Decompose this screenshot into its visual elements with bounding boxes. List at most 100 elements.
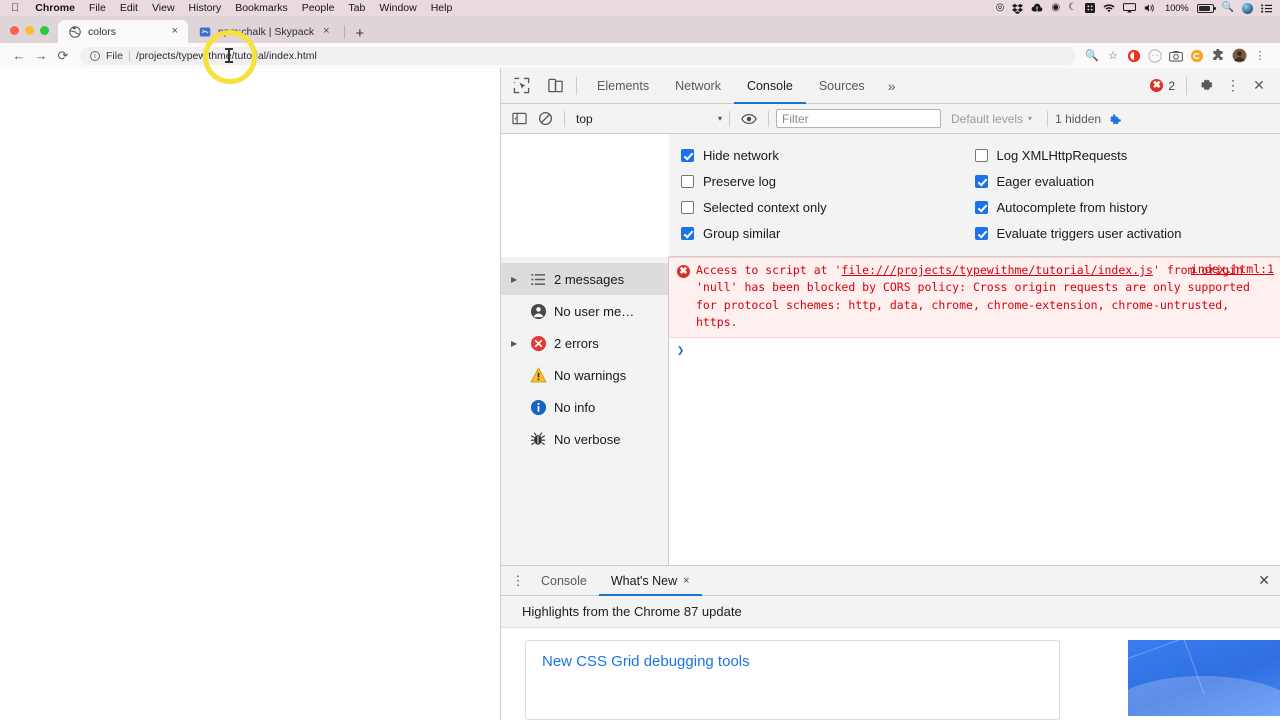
extension-gray-icon[interactable]: [1145, 46, 1165, 66]
tab-sources[interactable]: Sources: [806, 68, 878, 104]
log-levels-select[interactable]: Default levels ▾: [943, 112, 1040, 126]
account-avatar-icon[interactable]: [1242, 2, 1253, 14]
checkbox-icon[interactable]: [681, 148, 694, 162]
puzzle-extensions-icon[interactable]: [1208, 46, 1228, 66]
setting-preserve-log[interactable]: Preserve log: [681, 168, 975, 194]
drawer-tab-whats-new[interactable]: What's New ×: [598, 566, 702, 596]
setting-evaluate-triggers-user-activation[interactable]: Evaluate triggers user activation: [974, 220, 1269, 246]
maximize-window-button[interactable]: [40, 26, 49, 35]
checkbox-icon[interactable]: [974, 174, 988, 188]
menu-item-bookmarks[interactable]: Bookmarks: [228, 0, 295, 16]
error-count-badge[interactable]: ✖ 2: [1150, 79, 1179, 93]
tab-network[interactable]: Network: [662, 68, 734, 104]
chevron-right-icon[interactable]: ▶: [511, 275, 522, 284]
setting-group-similar[interactable]: Group similar: [681, 220, 975, 246]
browser-tab-skypack[interactable]: npm:chalk | Skypack ×: [188, 20, 340, 43]
setting-autocomplete-from-history[interactable]: Autocomplete from history: [974, 194, 1269, 220]
sidebar-item-verbose[interactable]: No verbose: [501, 423, 668, 455]
console-prompt-row[interactable]: ❯: [669, 338, 1280, 362]
battery-icon[interactable]: [1196, 3, 1216, 13]
volume-icon[interactable]: [1144, 3, 1157, 13]
minimize-window-button[interactable]: [25, 26, 34, 35]
setting-selected-context-only[interactable]: Selected context only: [681, 194, 975, 220]
sidebar-item-warnings[interactable]: No warnings: [501, 359, 668, 391]
drawer-kebab-menu-icon[interactable]: ⋮: [507, 573, 529, 589]
chevron-right-icon[interactable]: ▶: [511, 339, 522, 348]
camera-icon[interactable]: [1166, 46, 1186, 66]
control-center-icon[interactable]: [1261, 3, 1272, 13]
reload-button[interactable]: ⟳: [52, 49, 74, 62]
grid-icon[interactable]: [1085, 3, 1096, 13]
menu-item-tab[interactable]: Tab: [341, 0, 372, 16]
console-settings-gear-icon[interactable]: [1103, 111, 1127, 127]
menu-item-window[interactable]: Window: [372, 0, 423, 16]
moon-icon[interactable]: ☾: [1068, 3, 1077, 13]
setting-eager-evaluation[interactable]: Eager evaluation: [974, 168, 1269, 194]
checkbox-icon[interactable]: [681, 226, 694, 240]
drawer-tab-console[interactable]: Console: [529, 566, 599, 596]
setting-log-xmlhttprequests[interactable]: Log XMLHttpRequests: [974, 142, 1269, 168]
sidebar-item-messages[interactable]: ▶ 2 messages: [501, 263, 668, 295]
bookmark-star-icon[interactable]: ☆: [1103, 46, 1123, 66]
list-icon: [529, 270, 547, 288]
menu-item-edit[interactable]: Edit: [113, 0, 145, 16]
whats-new-card[interactable]: New CSS Grid debugging tools: [525, 640, 1060, 720]
eye-icon[interactable]: [737, 107, 761, 131]
menu-item-history[interactable]: History: [182, 0, 229, 16]
close-icon[interactable]: ✕: [1246, 73, 1272, 99]
sidebar-item-user-messages[interactable]: No user me…: [501, 295, 668, 327]
tab-close-button[interactable]: ×: [170, 26, 180, 37]
menu-item-view[interactable]: View: [145, 0, 182, 16]
dropbox-icon[interactable]: [1012, 3, 1024, 14]
menu-item-file[interactable]: File: [82, 0, 113, 16]
drawer-tab-close-icon[interactable]: ×: [683, 575, 689, 587]
sidebar-item-errors[interactable]: ▶ 2 errors: [501, 327, 668, 359]
close-window-button[interactable]: [10, 26, 19, 35]
more-tabs-button[interactable]: »: [878, 78, 906, 94]
console-error-source-link[interactable]: index.html:1: [1191, 262, 1274, 276]
apple-logo-icon[interactable]: : [0, 2, 28, 14]
menu-item-help[interactable]: Help: [424, 0, 460, 16]
record-dot-icon[interactable]: ◎: [996, 3, 1005, 13]
checkbox-icon[interactable]: [681, 200, 694, 214]
profile-avatar-icon[interactable]: [1229, 46, 1249, 66]
console-error-link[interactable]: file:///projects/typewithme/tutorial/ind…: [841, 263, 1153, 277]
extension-red-icon[interactable]: [1124, 46, 1144, 66]
spiral-icon[interactable]: ◉: [1051, 3, 1060, 13]
checkbox-icon[interactable]: [974, 148, 988, 162]
wifi-icon[interactable]: [1103, 3, 1115, 13]
chrome-menu-icon[interactable]: ⋮: [1250, 46, 1270, 66]
drawer-close-icon[interactable]: ✕: [1258, 572, 1280, 589]
setting-hide-network[interactable]: Hide network: [681, 142, 975, 168]
console-sidebar-toggle-icon[interactable]: [507, 107, 531, 131]
menu-item-chrome[interactable]: Chrome: [28, 0, 82, 16]
console-error-message[interactable]: ✖ Access to script at 'file:///projects/…: [669, 257, 1280, 338]
tab-console[interactable]: Console: [733, 68, 806, 104]
search-icon[interactable]: 🔍: [1222, 3, 1234, 13]
cloud-alert-icon[interactable]: [1031, 3, 1043, 13]
airplay-icon[interactable]: [1123, 3, 1137, 13]
checkbox-icon[interactable]: [974, 226, 988, 240]
forward-button[interactable]: →: [30, 49, 52, 62]
tab-close-button[interactable]: ×: [321, 26, 331, 37]
gear-icon[interactable]: [1194, 73, 1220, 99]
back-button[interactable]: ←: [8, 49, 30, 62]
inspect-element-icon[interactable]: [507, 72, 535, 100]
execution-context-select[interactable]: top ▾: [572, 112, 722, 126]
menu-item-people[interactable]: People: [295, 0, 342, 16]
browser-tab-colors[interactable]: colors ×: [58, 20, 188, 43]
checkbox-icon[interactable]: [974, 200, 988, 214]
sidebar-item-info[interactable]: No info: [501, 391, 668, 423]
tab-elements[interactable]: Elements: [584, 68, 662, 104]
hidden-messages-label[interactable]: 1 hidden: [1055, 112, 1101, 126]
new-tab-button[interactable]: +: [347, 26, 374, 43]
clear-console-icon[interactable]: [533, 107, 557, 131]
whats-new-card-title[interactable]: New CSS Grid debugging tools: [542, 653, 1043, 670]
device-toolbar-icon[interactable]: [541, 72, 569, 100]
site-info-icon[interactable]: i: [90, 50, 100, 61]
zoom-icon[interactable]: 🔍: [1082, 46, 1102, 66]
kebab-menu-icon[interactable]: ⋮: [1220, 73, 1246, 99]
checkbox-icon[interactable]: [681, 174, 694, 188]
filter-input[interactable]: [776, 109, 941, 128]
extension-orange-icon[interactable]: [1187, 46, 1207, 66]
